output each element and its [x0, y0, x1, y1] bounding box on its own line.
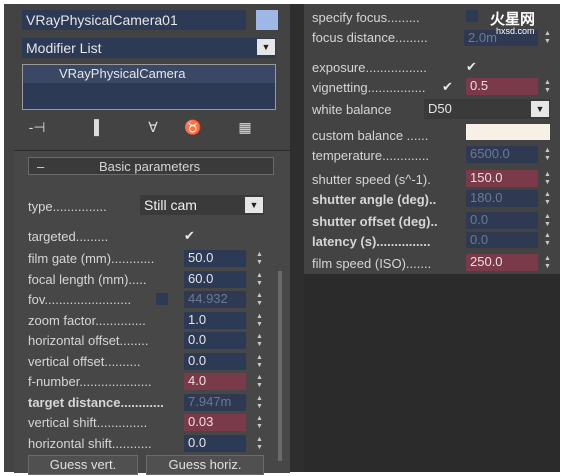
- param-label: horizontal offset........: [28, 333, 149, 348]
- rollout-header[interactable]: – Basic parameters: [28, 157, 274, 175]
- panel-divider: [290, 4, 304, 472]
- specify-focus-label: specify focus.........: [312, 10, 420, 25]
- shutter-angle-label: shutter angle (deg)..: [312, 192, 437, 207]
- rollout-title: Basic parameters: [99, 159, 201, 174]
- type-label: type...............: [28, 199, 107, 214]
- vignetting-label: vignetting................: [312, 80, 426, 95]
- temperature-spinner[interactable]: ▲ ▼: [542, 147, 553, 163]
- param-label: zoom factor..............: [28, 313, 146, 328]
- shutter-offset-field[interactable]: 0.0: [466, 212, 538, 229]
- temperature-field[interactable]: 6500.0: [466, 146, 538, 163]
- latency-spinner[interactable]: ▲ ▼: [542, 232, 553, 248]
- param-value-field[interactable]: 1.0: [184, 312, 246, 329]
- modifier-stack[interactable]: VRayPhysicalCamera: [22, 64, 276, 110]
- vignetting-spinner[interactable]: ▲ ▼: [542, 79, 553, 95]
- targeted-checkbox[interactable]: ✔: [184, 229, 195, 242]
- pin-stack-icon[interactable]: -⊣: [26, 118, 48, 136]
- param-spinner[interactable]: ▲ ▼: [254, 395, 265, 411]
- custom-balance-label: custom balance ......: [312, 128, 429, 143]
- configure-modifier-sets-icon[interactable]: ▦: [234, 118, 256, 136]
- shutter-speed-label: shutter speed (s^-1).: [312, 172, 431, 187]
- param-value-field[interactable]: 50.0: [184, 250, 246, 267]
- latency-field[interactable]: 0.0: [466, 232, 538, 248]
- shutter-speed-field[interactable]: 150.0: [466, 170, 538, 187]
- film-speed-label: film speed (ISO).......: [312, 256, 432, 271]
- rollout-collapse-icon: –: [37, 159, 45, 174]
- exposure-label: exposure.................: [312, 60, 427, 75]
- chevron-down-icon[interactable]: ▼: [257, 39, 275, 55]
- film-speed-spinner[interactable]: ▲ ▼: [542, 255, 553, 271]
- param-spinner[interactable]: ▲ ▼: [254, 333, 265, 349]
- param-label: f-number....................: [28, 374, 152, 389]
- shutter-offset-label: shutter offset (deg)..: [312, 214, 438, 229]
- right-panel: specify focus......... focus distance...…: [304, 4, 560, 274]
- param-spinner[interactable]: ▲ ▼: [254, 272, 265, 288]
- make-unique-icon[interactable]: ∀: [142, 118, 164, 136]
- rollout-scrollbar[interactable]: [278, 271, 282, 461]
- modifier-list-label: Modifier List: [26, 40, 102, 56]
- stack-item-vrayphysicalcamera[interactable]: VRayPhysicalCamera: [23, 65, 275, 83]
- targeted-label: targeted.........: [28, 229, 109, 244]
- shutter-angle-spinner[interactable]: ▲ ▼: [542, 191, 553, 207]
- param-label: target distance............: [28, 395, 164, 410]
- vignetting-checkbox[interactable]: ✔: [442, 80, 453, 93]
- param-value-field[interactable]: 0.0: [184, 332, 246, 349]
- param-value-field[interactable]: 4.0: [184, 373, 246, 390]
- film-speed-field[interactable]: 250.0: [466, 254, 538, 271]
- focus-distance-label: focus distance.........: [312, 30, 428, 45]
- param-value-field[interactable]: 0.0: [184, 353, 246, 370]
- white-balance-value: D50: [428, 101, 452, 116]
- fov-checkbox[interactable]: [156, 293, 168, 305]
- custom-balance-swatch[interactable]: [466, 124, 550, 140]
- command-panel: VRayPhysicalCamera01 Modifier List ▼ VRa…: [4, 4, 560, 475]
- remove-modifier-icon[interactable]: ♉: [182, 118, 204, 136]
- param-spinner[interactable]: ▲ ▼: [254, 292, 265, 308]
- param-label: vertical offset..........: [28, 354, 141, 369]
- param-spinner[interactable]: ▲ ▼: [254, 251, 265, 267]
- show-end-result-icon[interactable]: ▌: [88, 118, 110, 136]
- camera-type-value: Still cam: [144, 197, 197, 213]
- vignetting-field[interactable]: 0.5: [466, 78, 538, 95]
- temperature-label: temperature.............: [312, 148, 430, 163]
- param-spinner[interactable]: ▲ ▼: [254, 374, 265, 390]
- exposure-checkbox[interactable]: ✔: [466, 60, 477, 73]
- guess-vert-button[interactable]: Guess vert.: [28, 455, 138, 475]
- shutter-speed-spinner[interactable]: ▲ ▼: [542, 171, 553, 187]
- latency-label: latency (s)...............: [312, 234, 431, 249]
- left-panel: VRayPhysicalCamera01 Modifier List ▼ VRa…: [4, 4, 290, 475]
- guess-horiz-button[interactable]: Guess horiz.: [146, 455, 264, 475]
- camera-type-dropdown[interactable]: Still cam ▼: [140, 195, 264, 215]
- param-label: horizontal shift...........: [28, 436, 152, 451]
- specify-focus-checkbox[interactable]: [466, 10, 478, 22]
- param-value-field[interactable]: 44.932: [184, 291, 246, 308]
- watermark-logo: 火星网 hxsd.com: [490, 8, 556, 38]
- param-spinner[interactable]: ▲ ▼: [254, 354, 265, 370]
- param-spinner[interactable]: ▲ ▼: [254, 436, 265, 452]
- param-label: fov........................: [28, 292, 132, 307]
- basic-parameters-rollout: – Basic parameters type............... S…: [14, 150, 290, 475]
- param-label: film gate (mm)............: [28, 251, 155, 266]
- param-label: focal length (mm).....: [28, 272, 147, 287]
- param-spinner[interactable]: ▲ ▼: [254, 313, 265, 329]
- param-value-field[interactable]: 7.947m: [184, 394, 246, 411]
- chevron-down-icon[interactable]: ▼: [245, 197, 263, 213]
- shutter-offset-spinner[interactable]: ▲ ▼: [542, 213, 553, 229]
- modifier-stack-toolbar: -⊣ ▌ ∀ ♉ ▦: [22, 116, 276, 138]
- param-value-field[interactable]: 0.03: [184, 414, 246, 431]
- watermark-url: hxsd.com: [496, 26, 535, 36]
- white-balance-label: white balance: [312, 102, 392, 117]
- shutter-angle-field[interactable]: 180.0: [466, 190, 538, 207]
- chevron-down-icon[interactable]: ▼: [531, 101, 549, 117]
- param-label: vertical shift..............: [28, 415, 148, 430]
- object-name-field[interactable]: VRayPhysicalCamera01: [22, 10, 246, 30]
- param-value-field[interactable]: 0.0: [184, 435, 246, 452]
- param-spinner[interactable]: ▲ ▼: [254, 415, 265, 431]
- param-value-field[interactable]: 60.0: [184, 271, 246, 288]
- modifier-list-dropdown[interactable]: Modifier List ▼: [22, 38, 276, 58]
- object-color-swatch[interactable]: [256, 10, 278, 30]
- white-balance-dropdown[interactable]: D50 ▼: [424, 99, 550, 119]
